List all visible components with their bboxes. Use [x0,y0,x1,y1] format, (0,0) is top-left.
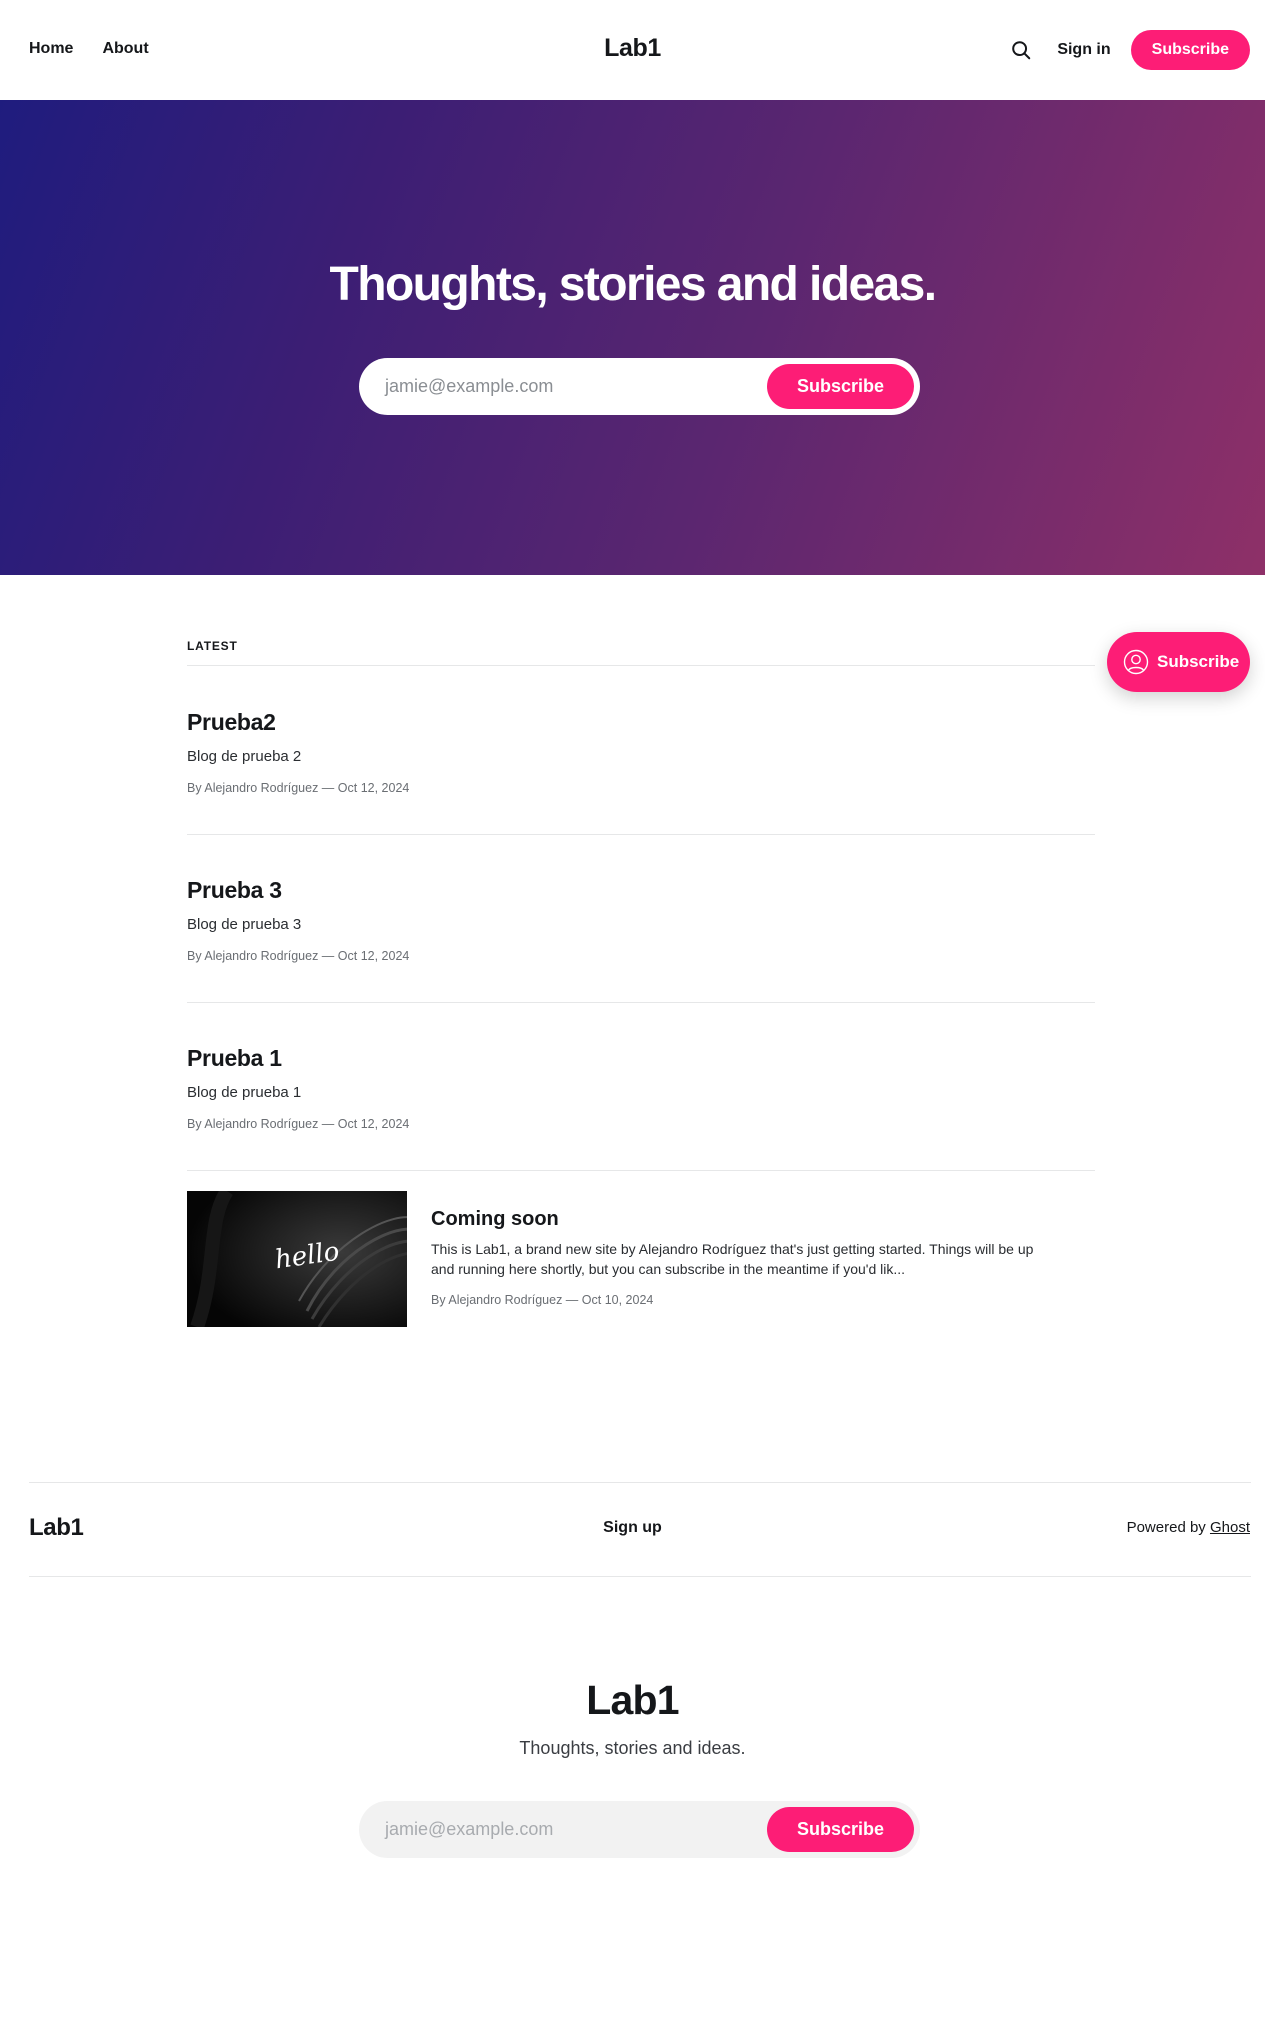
cta-title: Lab1 [586,1677,679,1723]
hero-title: Thoughts, stories and ideas. [329,258,938,311]
hero-banner: Thoughts, stories and ideas. jamie@examp… [0,100,1265,575]
cta-email-input[interactable]: jamie@example.com [385,1801,553,1858]
footer-signup-link[interactable]: Sign up [603,1519,662,1536]
featured-post-excerpt: This is Lab1, a brand new site by Alejan… [431,1241,1034,1277]
post-card[interactable]: Prueba 3 Blog de prueba 3 By Alejandro R… [187,877,1095,963]
post-title[interactable]: Prueba 3 [187,877,1095,904]
hero-subscribe-button[interactable]: Subscribe [767,364,914,409]
featured-post-body: Coming soon This is Lab1, a brand new si… [431,1208,1051,1307]
cta-subscribe-form: jamie@example.com Subscribe [359,1801,920,1858]
signin-link[interactable]: Sign in [1057,41,1110,59]
hero-subscribe-form: jamie@example.com Subscribe [359,358,920,415]
featured-post-card[interactable]: hello Coming soon This is Lab1, a brand … [187,1191,1095,1327]
post-meta: By Alejandro Rodríguez — Oct 12, 2024 [187,949,410,963]
header-subscribe-button[interactable]: Subscribe [1130,30,1250,70]
post-excerpt: Blog de prueba 1 [187,1084,302,1101]
divider [187,1170,1095,1171]
post-meta: By Alejandro Rodríguez — Oct 12, 2024 [187,1117,410,1131]
post-card[interactable]: Prueba 1 Blog de prueba 1 By Alejandro R… [187,1045,1095,1131]
post-title[interactable]: Prueba 1 [187,1045,1095,1072]
powered-by-text: Powered by [1126,1519,1206,1536]
user-circle-icon [1123,649,1149,675]
header-actions: Sign in Subscribe [1010,30,1250,70]
footer-signup: Sign up [0,1519,1265,1537]
portal-subscribe-button[interactable]: Subscribe [1107,632,1250,692]
featured-post-meta: By Alejandro Rodríguez — Oct 10, 2024 [431,1293,654,1307]
ghost-link[interactable]: Ghost [1210,1519,1250,1536]
post-meta: By Alejandro Rodríguez — Oct 12, 2024 [187,781,410,795]
post-title[interactable]: Prueba2 [187,709,1095,736]
cta-subtitle: Thoughts, stories and ideas. [519,1738,746,1758]
featured-post-title[interactable]: Coming soon [431,1208,1051,1231]
search-icon[interactable] [1010,39,1032,61]
divider [29,1482,1251,1483]
portal-subscribe-label: Subscribe [1157,652,1240,671]
hero-email-input[interactable]: jamie@example.com [385,358,553,415]
site-header: Home About Lab1 Sign in Subscribe [0,0,1265,100]
post-card[interactable]: Prueba2 Blog de prueba 2 By Alejandro Ro… [187,709,1095,795]
post-excerpt: Blog de prueba 3 [187,916,302,933]
featured-post-image[interactable]: hello [187,1191,407,1327]
divider [187,1002,1095,1003]
divider [187,665,1095,666]
latest-section-label: LATEST [187,639,238,653]
powered-by: Powered by Ghost [1127,1519,1250,1536]
divider [187,834,1095,835]
post-excerpt: Blog de prueba 2 [187,748,302,765]
cta-subscribe-button[interactable]: Subscribe [767,1807,914,1852]
divider [29,1576,1251,1577]
